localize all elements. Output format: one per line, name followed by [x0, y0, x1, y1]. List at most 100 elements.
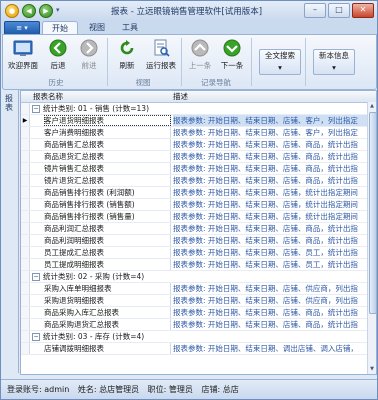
report-name: 商品销售排行报表 (利润额) — [44, 187, 171, 198]
collapse-icon[interactable]: − — [32, 333, 40, 341]
ribbon-separator — [251, 38, 252, 86]
next-record-label: 下一条 — [220, 61, 244, 70]
table-row[interactable]: 客户消费明细报表 报表参数: 开始日期、结束日期、店铺、客户，列出指定 — [21, 127, 376, 139]
vertical-scrollbar[interactable]: ▲ ▼ — [367, 102, 376, 374]
report-description: 报表参数: 开始日期、结束日期、店铺、商品，统计出指 — [173, 308, 358, 317]
close-button[interactable]: ✕ — [352, 3, 374, 18]
report-name: 商品采购入库汇总报表 — [44, 307, 171, 318]
table-row[interactable]: 商品销售排行报表 (销售额) 报表参数: 开始日期、结束日期、店铺，统计出指定期… — [21, 199, 376, 211]
table-row[interactable]: 店铺调拨明细报表 报表参数: 开始日期、结束日期、调出店铺、调入店铺， — [21, 343, 376, 355]
refresh-icon — [116, 38, 138, 58]
run-report-button-label: 运行报表 — [146, 61, 176, 70]
table-row[interactable]: 商品利润明细报表 报表参数: 开始日期、结束日期、店铺、商品，统计出指 — [21, 235, 376, 247]
table-row[interactable]: 商品利润汇总报表 报表参数: 开始日期、结束日期、店铺、商品，统计出指 — [21, 223, 376, 235]
ribbon-panel: 欢迎界面 后退 前进 历史 刷新 运行报表 视图 上一条 下一条 记录导航 全文… — [2, 34, 377, 90]
report-name: 员工提成明细报表 — [44, 259, 171, 270]
group-row-inventory[interactable]: − 统计类别: 03 - 库存 (计数=4) — [21, 331, 376, 343]
table-row[interactable]: 商品销售排行报表 (销售量) 报表参数: 开始日期、结束日期、店铺，统计出指定期… — [21, 211, 376, 223]
next-record-button[interactable]: 下一条 — [215, 37, 249, 75]
group-label: 统计类别: 02 - 采购 (计数=4) — [43, 272, 145, 281]
version-info-dropdown[interactable]: 新本信息 ▾ — [313, 49, 355, 75]
quick-access-toolbar: ● ◀ ▶ ▾ — [5, 4, 64, 18]
collapse-icon[interactable]: − — [32, 105, 40, 113]
table-row[interactable]: 员工提成明细报表 报表参数: 开始日期、结束日期、店铺、员工，统计出指 — [21, 259, 376, 271]
column-header-report-name[interactable]: 报表名称 — [33, 91, 63, 102]
run-report-button[interactable]: 运行报表 — [142, 37, 180, 75]
report-name: 商品销售汇总报表 — [44, 139, 171, 150]
scroll-up-icon[interactable]: ▲ — [368, 102, 376, 111]
status-store: 店铺: 总店 — [201, 385, 239, 394]
status-name: 姓名: 总店管理员 — [77, 385, 140, 394]
table-row[interactable]: 镜片销售汇总报表 报表参数: 开始日期、结束日期、店铺、商品，统计出指 — [21, 163, 376, 175]
report-name: 商品销售排行报表 (销售量) — [44, 211, 171, 222]
forward-icon — [78, 38, 100, 58]
report-description: 报表参数: 开始日期、结束日期、店铺、供应商，列出指 — [173, 284, 358, 293]
group-row-sales[interactable]: − 统计类别: 01 - 销售 (计数=13) — [21, 103, 376, 115]
grid-header: 报表名称 描述 — [21, 91, 376, 103]
fulltext-search-dropdown[interactable]: 全文搜索 ▾ — [259, 49, 301, 75]
report-name: 客户退货明细报表 — [44, 115, 171, 126]
tab-tools[interactable]: 工具 — [113, 21, 147, 34]
previous-record-label: 上一条 — [188, 61, 212, 70]
table-row[interactable]: 商品采购入库汇总报表 报表参数: 开始日期、结束日期、店铺、商品，统计出指 — [21, 307, 376, 319]
collapse-icon[interactable]: − — [32, 273, 40, 281]
group-label: 统计类别: 03 - 库存 (计数=4) — [43, 332, 145, 341]
tab-start[interactable]: 开始 — [42, 21, 78, 35]
report-description: 报表参数: 开始日期、结束日期、店铺，统计出指定期间 — [173, 188, 358, 197]
table-row[interactable]: ▶ 客户退货明细报表 报表参数: 开始日期、结束日期、店铺、客户，列出指定 — [21, 115, 376, 127]
group-history-label: 历史 — [48, 78, 64, 87]
table-row[interactable]: 采购入库单明细报表 报表参数: 开始日期、结束日期、店铺、供应商，列出指 — [21, 283, 376, 295]
title-bar: ● ◀ ▶ ▾ 报表 - 立远眼镜销售管理软件[试用版本] – □ ✕ — [1, 1, 377, 21]
welcome-button-label: 欢迎界面 — [8, 61, 38, 70]
minimize-button[interactable]: – — [304, 3, 326, 18]
report-name: 商品采购退货汇总报表 — [44, 319, 171, 330]
table-row[interactable]: 商品退货汇总报表 报表参数: 开始日期、结束日期、店铺、商品，统计出指 — [21, 151, 376, 163]
back-quick-icon[interactable]: ◀ — [22, 4, 36, 18]
scroll-down-icon[interactable]: ▼ — [368, 365, 376, 374]
status-position: 职位: 管理员 — [147, 385, 193, 394]
column-header-description[interactable]: 描述 — [173, 91, 188, 102]
report-description: 报表参数: 开始日期、结束日期、店铺、员工，统计出指 — [173, 260, 358, 269]
forward-button[interactable]: 前进 — [72, 37, 106, 75]
status-account: 登录账号: admin — [7, 385, 70, 394]
forward-quick-icon[interactable]: ▶ — [39, 4, 53, 18]
table-row[interactable]: 商品采购退货汇总报表 报表参数: 开始日期、结束日期、店铺、商品，统计出指 — [21, 319, 376, 331]
row-indicator-icon: ▶ — [21, 115, 30, 126]
forward-button-label: 前进 — [81, 61, 97, 70]
table-row[interactable]: 采购退货明细报表 报表参数: 开始日期、结束日期、店铺、供应商，列出指 — [21, 295, 376, 307]
report-description: 报表参数: 开始日期、结束日期、店铺、商品，统计出指 — [173, 152, 358, 161]
ribbon-separator — [181, 38, 182, 86]
report-description: 报表参数: 开始日期、结束日期、店铺、商品，统计出指 — [173, 320, 358, 329]
report-description: 报表参数: 开始日期、结束日期、店铺，统计出指定期间 — [173, 200, 358, 209]
table-row[interactable]: 员工提成汇总报表 报表参数: 开始日期、结束日期、店铺、员工，统计出指 — [21, 247, 376, 259]
report-name: 员工提成汇总报表 — [44, 247, 171, 258]
group-label: 统计类别: 01 - 销售 (计数=13) — [43, 104, 149, 113]
welcome-button[interactable]: 欢迎界面 — [6, 37, 40, 75]
previous-record-button[interactable]: 上一条 — [183, 37, 217, 75]
report-description: 报表参数: 开始日期、结束日期、店铺，统计出指定期间 — [173, 212, 358, 221]
maximize-button[interactable]: □ — [328, 3, 350, 18]
back-button-label: 后退 — [50, 61, 66, 70]
app-menu-button[interactable]: ≡ ▾ — [4, 21, 40, 35]
table-row[interactable]: 商品销售排行报表 (利润额) 报表参数: 开始日期、结束日期、店铺，统计出指定期… — [21, 187, 376, 199]
report-description: 报表参数: 开始日期、结束日期、店铺、商品，统计出指 — [173, 176, 358, 185]
quick-access-menu-button[interactable]: ▾ — [56, 4, 64, 16]
report-panel-label[interactable]: 报表 — [5, 94, 15, 112]
table-row[interactable]: 商品销售汇总报表 报表参数: 开始日期、结束日期、店铺、商品，统计出指 — [21, 139, 376, 151]
app-logo-icon[interactable]: ● — [5, 4, 19, 18]
report-name: 商品销售排行报表 (销售额) — [44, 199, 171, 210]
run-report-icon — [150, 38, 172, 58]
group-row-purchase[interactable]: − 统计类别: 02 - 采购 (计数=4) — [21, 271, 376, 283]
chevron-down-icon: ▾ — [278, 63, 282, 72]
report-name: 商品利润汇总报表 — [44, 223, 171, 234]
report-description: 报表参数: 开始日期、结束日期、调出店铺、调入店铺， — [173, 344, 358, 353]
group-view-label: 视图 — [135, 78, 151, 87]
report-description: 报表参数: 开始日期、结束日期、店铺、商品，统计出指 — [173, 224, 358, 233]
scrollbar-thumb[interactable] — [369, 112, 376, 314]
table-row[interactable]: 镜片退货汇总报表 报表参数: 开始日期、结束日期、店铺、商品，统计出指 — [21, 175, 376, 187]
ribbon-tabs: ≡ ▾ 开始 视图 工具 — [1, 21, 377, 35]
refresh-button[interactable]: 刷新 — [110, 37, 144, 75]
report-name: 采购入库单明细报表 — [44, 283, 171, 294]
tab-view[interactable]: 视图 — [80, 21, 114, 34]
back-button[interactable]: 后退 — [41, 37, 75, 75]
